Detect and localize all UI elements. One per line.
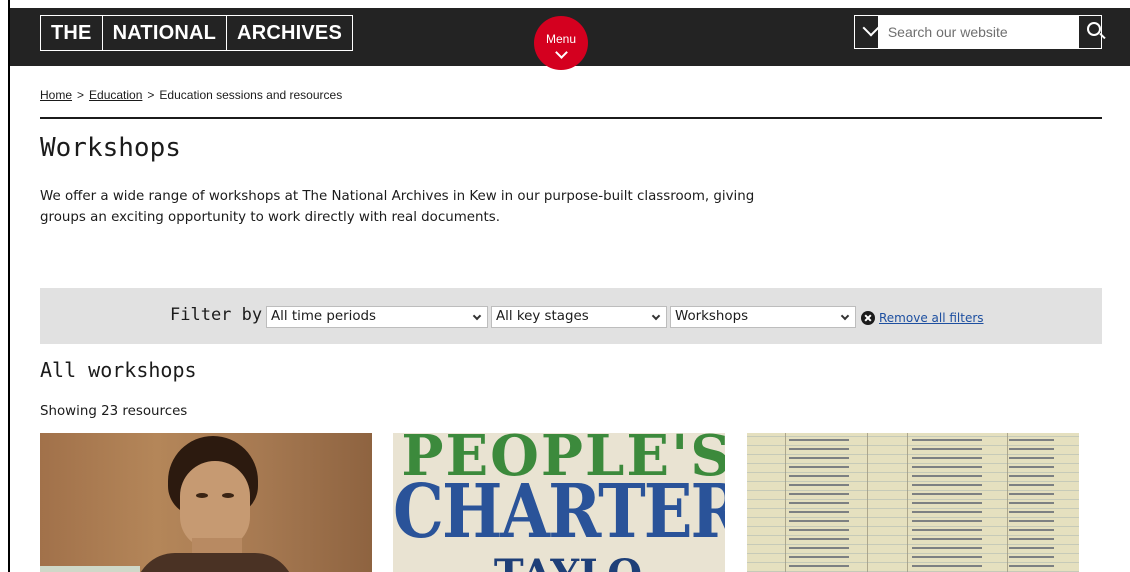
logo-word-archives: ARCHIVES	[226, 16, 352, 50]
portrait-eye-right	[222, 493, 234, 498]
search-icon[interactable]	[1077, 16, 1106, 48]
logo-word-national: NATIONAL	[101, 16, 226, 50]
search-input[interactable]	[878, 16, 1078, 48]
key-stage-select[interactable]: All key stages	[491, 306, 667, 328]
resource-card-poster[interactable]: PEOPLE'S CHARTER. TAYLO	[393, 433, 725, 572]
resource-card-portrait[interactable]	[40, 433, 372, 572]
search-icon-handle	[1099, 32, 1106, 40]
breadcrumb-home[interactable]: Home	[40, 88, 72, 102]
ledger-column	[912, 437, 982, 572]
poster-text-line3: TAYLO	[403, 551, 725, 572]
site-logo[interactable]: THE NATIONAL ARCHIVES	[40, 15, 353, 51]
close-icon[interactable]	[861, 311, 875, 325]
key-stage-value: All key stages	[496, 309, 589, 324]
breadcrumb-current: Education sessions and resources	[159, 88, 343, 102]
ledger-column	[1009, 437, 1054, 572]
chevron-down-icon	[840, 311, 850, 321]
breadcrumb: Home > Education > Education sessions an…	[40, 88, 342, 102]
resource-type-value: Workshops	[675, 309, 749, 324]
remove-all-filters-link[interactable]: Remove all filters	[879, 311, 984, 325]
breadcrumb-separator: >	[77, 88, 85, 102]
search-bar	[854, 15, 1106, 49]
time-period-value: All time periods	[271, 309, 377, 324]
menu-label: Menu	[545, 32, 577, 46]
filter-label: Filter by	[170, 305, 263, 325]
card-label-tab	[40, 566, 140, 572]
page-intro: We offer a wide range of workshops at Th…	[40, 189, 755, 225]
page-title: Workshops	[40, 133, 181, 163]
results-count: Showing 23 resources	[40, 404, 188, 419]
ledger-column	[789, 437, 849, 572]
breadcrumb-divider	[40, 117, 1102, 119]
chevron-down-icon	[651, 311, 661, 321]
portrait-eye-left	[196, 493, 208, 498]
results-heading: All workshops	[40, 358, 197, 382]
menu-button[interactable]: Menu	[534, 16, 588, 70]
resource-type-select[interactable]: Workshops	[670, 306, 856, 328]
breadcrumb-separator: >	[147, 88, 155, 102]
portrait-body	[135, 553, 295, 572]
filter-bar: Filter by All time periods All key stage…	[40, 288, 1102, 344]
time-period-select[interactable]: All time periods	[266, 306, 488, 328]
poster-text-line2: CHARTER.	[393, 469, 725, 556]
breadcrumb-education[interactable]: Education	[89, 88, 142, 102]
search-scope-chevron-down-icon[interactable]	[855, 16, 879, 48]
resource-card-ledger[interactable]	[747, 433, 1079, 572]
portrait-face	[180, 461, 250, 549]
chevron-down-icon	[472, 311, 482, 321]
page-frame-edge	[8, 0, 10, 572]
chevron-down-icon	[554, 46, 568, 59]
logo-word-the: THE	[51, 22, 92, 44]
